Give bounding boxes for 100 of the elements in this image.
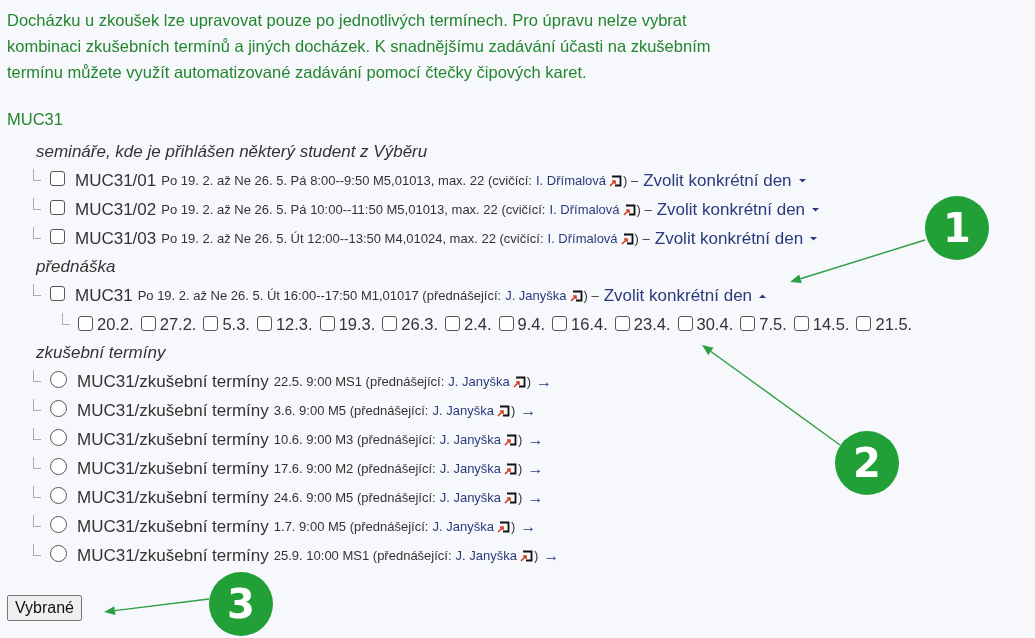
caret-icon xyxy=(758,292,768,299)
selected-button[interactable]: Vybrané xyxy=(7,595,82,621)
choose-day-link[interactable]: Zvolit konkrétní den xyxy=(656,199,821,220)
date-checkbox[interactable] xyxy=(256,315,272,331)
external-link-icon xyxy=(569,289,583,302)
tree-line xyxy=(33,197,41,210)
course-code: MUC31 xyxy=(75,285,133,306)
date-checkbox[interactable] xyxy=(78,315,93,331)
date-checkbox[interactable] xyxy=(203,315,219,331)
arrow-link[interactable]: → xyxy=(536,372,553,391)
course-code: MUC31/zkušební termíny xyxy=(77,458,269,479)
term-details: Po 19. 2. až Ne 26. 5. Pá 10:00--11:50 M5,01013, max. 22 (cvičící: xyxy=(161,202,546,217)
date-label: 30.4. xyxy=(696,315,734,334)
course-code: MUC31/02 xyxy=(75,199,157,220)
tree-line xyxy=(33,369,41,382)
radio-button[interactable] xyxy=(50,400,67,417)
checkbox[interactable] xyxy=(50,171,65,186)
external-link-icon xyxy=(620,232,634,245)
radio-button[interactable] xyxy=(50,487,67,504)
tree-line xyxy=(33,398,41,411)
teacher-link[interactable]: J. Janyška xyxy=(448,374,510,389)
course-code: MUC31/zkušební termíny xyxy=(77,400,269,421)
course-code: MUC31/zkušební termíny xyxy=(77,371,269,392)
tree-line xyxy=(33,543,41,556)
term-details: Po 19. 2. až Ne 26. 5. Pá 8:00--9:50 M5,01013, max. 22 (cvičící: xyxy=(161,173,532,188)
term-details: Po 19. 2. až Ne 26. 5. Út 12:00--13:50 M4,01024, max. 22 (cvičící: xyxy=(161,231,544,246)
separator-text: ) xyxy=(518,461,523,476)
tree-line xyxy=(62,312,70,325)
group-heading: zkušební termíny xyxy=(36,342,166,364)
date-checkbox[interactable] xyxy=(319,315,335,331)
arrow-link[interactable]: → xyxy=(527,459,544,478)
radio-button[interactable] xyxy=(50,516,67,533)
term-details: 17.6. 9:00 M2 (přednášející: xyxy=(273,461,436,476)
date-label: 12.3. xyxy=(275,315,313,334)
arrow-link[interactable]: → xyxy=(520,517,537,536)
date-checkbox[interactable] xyxy=(677,315,693,331)
arrow-link[interactable]: → xyxy=(520,401,537,420)
separator-text: ) xyxy=(510,519,516,534)
checkbox[interactable] xyxy=(50,286,65,301)
callout-badge: 2 xyxy=(835,431,899,495)
radio-button[interactable] xyxy=(50,429,67,446)
choose-day-link[interactable]: Zvolit konkrétní den xyxy=(643,170,807,191)
teacher-link[interactable]: I. Dřímalová xyxy=(549,202,620,217)
date-checkbox[interactable] xyxy=(552,315,568,331)
radio-button[interactable] xyxy=(50,545,67,562)
date-label: 14.5. xyxy=(812,315,850,334)
caret-icon xyxy=(811,206,821,213)
date-label: 7.5. xyxy=(759,315,787,334)
separator-text: ) – xyxy=(583,288,599,303)
term-details: 22.5. 9:00 MS1 (přednášející: xyxy=(273,374,445,389)
teacher-link[interactable]: J. Janyška xyxy=(455,548,517,563)
date-checkbox[interactable] xyxy=(740,315,756,331)
course-title: MUC31 xyxy=(7,109,64,130)
arrow-link[interactable]: → xyxy=(543,546,560,565)
external-link-icon xyxy=(504,491,518,504)
radio-button[interactable] xyxy=(50,371,67,388)
term-details: Po 19. 2. až Ne 26. 5. Út 16:00--17:50 M1,01017 (přednášející: xyxy=(137,288,502,303)
tree-line xyxy=(33,427,41,440)
term-details: 24.6. 9:00 M5 (přednášející: xyxy=(273,490,436,505)
external-link-icon xyxy=(496,404,510,417)
date-checkbox[interactable] xyxy=(856,315,872,331)
date-checkbox[interactable] xyxy=(140,315,156,331)
separator-text: ) – xyxy=(636,202,652,217)
checkbox[interactable] xyxy=(50,200,65,215)
term-details: 10.6. 9:00 M3 (přednášející: xyxy=(273,432,436,447)
course-code: MUC31/zkušební termíny xyxy=(77,545,269,566)
date-label: 23.4. xyxy=(633,315,671,334)
date-checkbox[interactable] xyxy=(793,315,809,331)
external-link-icon xyxy=(609,174,623,187)
teacher-link[interactable]: J. Janyška xyxy=(439,490,502,505)
intro-text: Docházku u zkoušek lze upravovat pouze po jednotlivých termínech. Pro úpravu nelze vybrat kombinaci zkušebních termínů a jiných docházek. K snadnějšímu zadávání účasti na zkušebním termínu můžete využít automatizované zadávání pomocí čtečky čipových karet. xyxy=(7,10,712,83)
tree-line xyxy=(33,226,41,239)
tree-line xyxy=(33,168,41,181)
date-checkbox[interactable] xyxy=(614,315,630,331)
checkbox[interactable] xyxy=(50,229,65,244)
tree-line xyxy=(33,456,41,469)
teacher-link[interactable]: J. Janyška xyxy=(439,432,502,447)
teacher-link[interactable]: I. Dřímalová xyxy=(535,173,607,188)
date-checkbox[interactable] xyxy=(382,315,398,331)
tree-line xyxy=(33,283,41,296)
teacher-link[interactable]: J. Janyška xyxy=(432,519,494,534)
date-checkbox[interactable] xyxy=(498,315,514,331)
teacher-link[interactable]: J. Janyška xyxy=(432,403,494,418)
external-link-icon xyxy=(520,549,533,562)
arrow-link[interactable]: → xyxy=(527,488,544,507)
separator-text: ) xyxy=(518,432,523,447)
date-label: 2.4. xyxy=(464,315,492,334)
teacher-link[interactable]: I. Dřímalová xyxy=(547,231,618,246)
teacher-link[interactable]: J. Janyška xyxy=(505,288,567,303)
group-heading: přednáška xyxy=(36,256,116,278)
separator-text: ) xyxy=(518,490,523,505)
teacher-link[interactable]: J. Janyška xyxy=(439,461,502,476)
date-checkbox[interactable] xyxy=(445,315,461,331)
radio-button[interactable] xyxy=(50,458,67,475)
caret-icon xyxy=(797,177,807,184)
term-details: 25.9. 10:00 MS1 (přednášející: xyxy=(273,548,452,563)
arrow-link[interactable]: → xyxy=(527,430,544,449)
tree-line xyxy=(33,485,41,498)
choose-day-link[interactable]: Zvolit konkrétní den xyxy=(603,285,768,306)
choose-day-link[interactable]: Zvolit konkrétní den xyxy=(654,228,819,249)
